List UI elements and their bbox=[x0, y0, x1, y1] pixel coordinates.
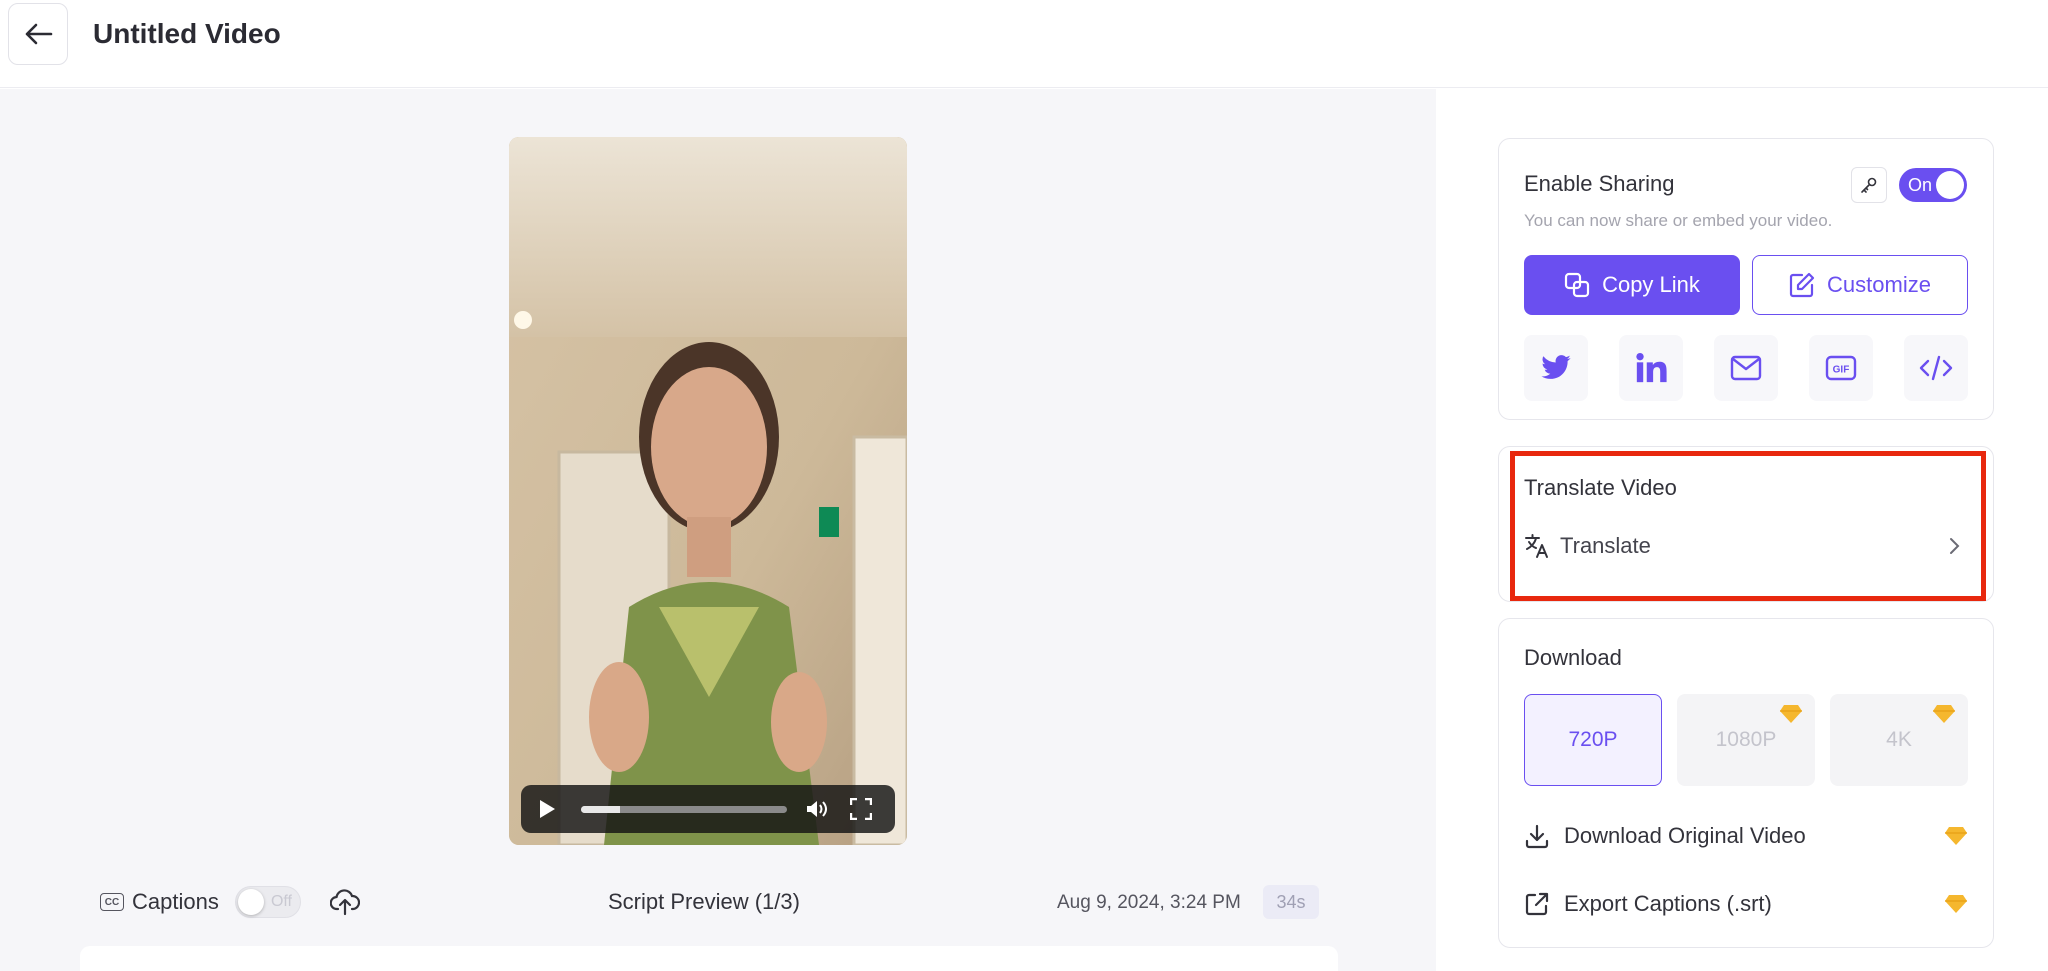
sharing-toggle[interactable]: On bbox=[1899, 168, 1967, 202]
captions-control: CC Captions bbox=[100, 880, 219, 924]
toggle-knob bbox=[238, 889, 264, 915]
created-date: Aug 9, 2024, 3:24 PM bbox=[1057, 892, 1241, 913]
duration-badge: 34s bbox=[1263, 885, 1319, 919]
captions-toggle[interactable]: Off bbox=[235, 886, 301, 918]
key-icon bbox=[1861, 177, 1877, 193]
copy-link-label: Copy Link bbox=[1602, 272, 1700, 297]
sharing-subtitle: You can now share or embed your video. bbox=[1524, 211, 1833, 230]
resolution-1080p-button[interactable]: 1080P bbox=[1677, 694, 1815, 786]
sharing-title: Enable Sharing bbox=[1524, 171, 1675, 196]
download-title: Download bbox=[1524, 645, 1622, 670]
share-linkedin-button[interactable] bbox=[1619, 335, 1683, 401]
volume-button[interactable] bbox=[805, 797, 829, 821]
video-info-row: CC Captions Off Script Preview (1/3) Aug… bbox=[0, 880, 1436, 924]
twitter-icon bbox=[1541, 355, 1571, 379]
export-captions-button[interactable]: Export Captions (.srt) bbox=[1524, 887, 1968, 921]
copy-icon bbox=[1564, 272, 1590, 298]
download-card: Download 720P 1080P 4K Download Original… bbox=[1498, 618, 1994, 948]
top-bar: Untitled Video bbox=[0, 0, 2048, 88]
captions-label: Captions bbox=[132, 889, 219, 914]
customize-button[interactable]: Customize bbox=[1752, 255, 1968, 315]
share-twitter-button[interactable] bbox=[1524, 335, 1588, 401]
script-preview-label: Script Preview (1/3) bbox=[608, 889, 800, 914]
toggle-knob bbox=[1936, 171, 1964, 199]
share-icon-row: GIF bbox=[1524, 335, 1968, 401]
play-icon bbox=[540, 800, 555, 818]
fullscreen-icon bbox=[850, 798, 872, 820]
video-frame bbox=[509, 137, 907, 845]
resolution-1080p-label: 1080P bbox=[1715, 728, 1777, 751]
share-email-button[interactable] bbox=[1714, 335, 1778, 401]
premium-gem-icon bbox=[1933, 705, 1955, 723]
translate-highlight-box bbox=[1510, 451, 1986, 601]
svg-text:GIF: GIF bbox=[1833, 365, 1850, 376]
export-captions-label: Export Captions (.srt) bbox=[1564, 891, 1772, 916]
page-title[interactable]: Untitled Video bbox=[93, 18, 281, 50]
share-embed-button[interactable] bbox=[1904, 335, 1968, 401]
download-original-label: Download Original Video bbox=[1564, 823, 1806, 848]
resolution-4k-button[interactable]: 4K bbox=[1830, 694, 1968, 786]
linkedin-icon bbox=[1636, 352, 1667, 383]
download-original-button[interactable]: Download Original Video bbox=[1524, 819, 1968, 853]
arrow-left-icon bbox=[25, 23, 53, 45]
share-gif-button[interactable]: GIF bbox=[1809, 335, 1873, 401]
premium-gem-icon bbox=[1945, 827, 1967, 845]
download-icon bbox=[1525, 824, 1549, 849]
mail-icon bbox=[1730, 355, 1762, 381]
external-link-icon bbox=[1525, 892, 1549, 916]
sharing-card: Enable Sharing On You can now share or e… bbox=[1498, 138, 1994, 420]
cloud-upload-icon bbox=[329, 889, 361, 916]
seek-bar[interactable] bbox=[581, 806, 787, 813]
resolution-720p-button[interactable]: 720P bbox=[1524, 694, 1662, 786]
premium-gem-icon bbox=[1780, 705, 1802, 723]
video-player[interactable] bbox=[509, 137, 907, 845]
video-controls bbox=[521, 785, 895, 833]
copy-link-button[interactable]: Copy Link bbox=[1524, 255, 1740, 315]
premium-gem-icon bbox=[1945, 895, 1967, 913]
volume-icon bbox=[807, 801, 827, 817]
edit-icon bbox=[1789, 272, 1815, 298]
resolution-720p-label: 720P bbox=[1568, 728, 1618, 751]
fullscreen-button[interactable] bbox=[849, 797, 873, 821]
seek-bar-progress bbox=[581, 806, 621, 813]
gif-icon: GIF bbox=[1825, 355, 1857, 381]
back-button[interactable] bbox=[8, 3, 68, 65]
script-preview-card bbox=[80, 946, 1338, 971]
upload-captions-button[interactable] bbox=[329, 888, 361, 916]
closed-captions-icon: CC bbox=[100, 893, 124, 911]
play-button[interactable] bbox=[535, 797, 559, 821]
captions-toggle-state: Off bbox=[270, 893, 292, 910]
password-button[interactable] bbox=[1851, 167, 1887, 203]
customize-label: Customize bbox=[1827, 272, 1931, 297]
resolution-4k-label: 4K bbox=[1886, 728, 1912, 751]
embed-code-icon bbox=[1919, 355, 1953, 381]
sharing-toggle-state: On bbox=[1908, 175, 1933, 195]
